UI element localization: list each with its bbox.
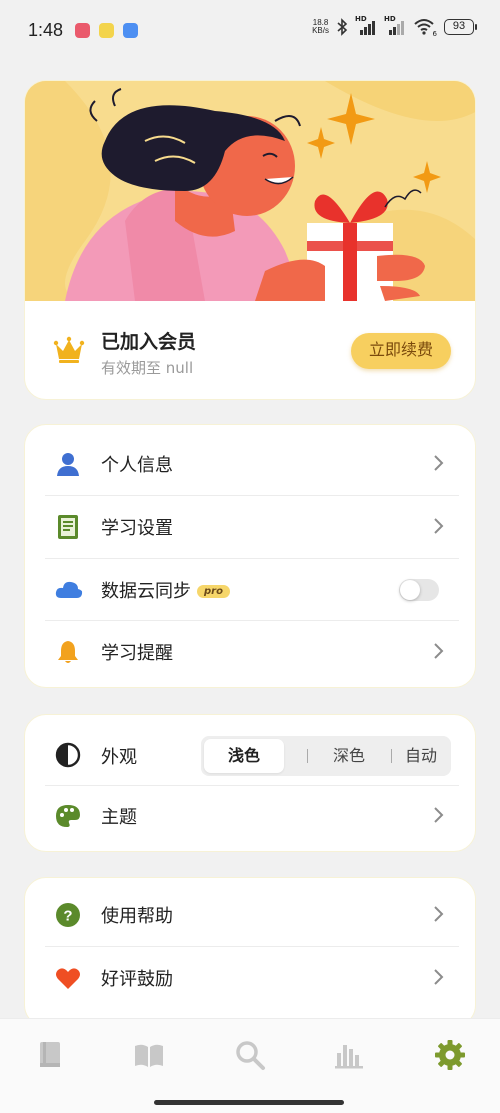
person-icon — [57, 453, 79, 476]
more-card: ? 使用帮助 好评鼓励 — [24, 877, 476, 1027]
download-app-icon — [75, 22, 91, 38]
status-time: 1:48 — [28, 19, 64, 40]
renew-button[interactable]: 立即续费 — [350, 333, 451, 369]
bottom-tab-bar — [0, 1018, 500, 1113]
menu-item-personal-info[interactable]: 个人信息 — [25, 433, 475, 495]
membership-info-row: 已加入会员 有效期至 null 立即续费 — [25, 301, 475, 399]
bell-icon — [58, 641, 78, 663]
chevron-right-icon — [434, 906, 444, 922]
pro-badge: pro — [197, 585, 230, 598]
heart-icon — [56, 968, 80, 989]
appearance-card: 外观 浅色 深色 自动 主题 — [24, 714, 476, 852]
chevron-right-icon — [434, 518, 444, 534]
cloud-icon — [55, 581, 83, 598]
open-book-icon[interactable] — [133, 1039, 165, 1071]
menu-label: 使用帮助 — [101, 906, 173, 927]
menu-label: 好评鼓励 — [101, 969, 173, 990]
crown-icon — [53, 336, 85, 363]
menu-item-study-settings[interactable]: 学习设置 — [25, 496, 475, 558]
menu-label: 学习提醒 — [101, 643, 173, 664]
appearance-option-auto[interactable]: 自动 — [393, 736, 449, 776]
chevron-right-icon — [434, 455, 444, 471]
book-settings-icon — [58, 515, 78, 539]
book-icon[interactable] — [34, 1039, 66, 1071]
chat-app-icon — [123, 22, 139, 38]
toggle-knob — [400, 580, 420, 600]
appearance-row: 外观 浅色 深色 自动 — [25, 721, 475, 789]
cloud-sync-toggle[interactable] — [399, 579, 439, 601]
network-speed: 18.8 KB/s — [312, 18, 329, 35]
status-indicators: 18.8 KB/s HD HD 6 93 — [312, 15, 477, 38]
appearance-option-dark[interactable]: 深色 — [309, 736, 389, 776]
chevron-right-icon — [434, 969, 444, 985]
search-icon[interactable] — [234, 1039, 266, 1071]
appearance-label: 外观 — [101, 747, 137, 768]
status-bar: 1:48 18.8 KB/s HD HD 6 93 — [0, 0, 500, 60]
segment-divider — [391, 749, 392, 763]
help-icon: ? — [56, 903, 80, 927]
menu-item-study-reminder[interactable]: 学习提醒 — [25, 621, 475, 683]
chevron-right-icon — [434, 807, 444, 823]
menu-label: 学习设置 — [101, 518, 173, 539]
appearance-segmented-control: 浅色 深色 自动 — [201, 736, 451, 776]
gear-icon[interactable] — [434, 1039, 466, 1071]
segment-divider — [307, 749, 308, 763]
menu-label: 主题 — [101, 807, 137, 828]
menu-item-rate-app[interactable]: 好评鼓励 — [25, 947, 475, 1009]
menu-label: 个人信息 — [101, 455, 173, 476]
home-indicator[interactable] — [154, 1100, 344, 1105]
membership-banner-illustration — [25, 81, 475, 301]
chevron-right-icon — [434, 643, 444, 659]
svg-text:?: ? — [63, 908, 72, 925]
contrast-icon — [55, 742, 81, 768]
menu-item-cloud-sync: 数据云同步 pro — [25, 559, 475, 621]
signal-1: HD — [355, 15, 377, 36]
wifi-icon: 6 — [413, 18, 437, 38]
palette-icon — [56, 805, 80, 827]
bar-chart-icon[interactable] — [333, 1039, 365, 1071]
membership-expiry-text: 有效期至 null — [101, 359, 194, 377]
membership-status-title: 已加入会员 — [101, 331, 197, 353]
menu-item-theme[interactable]: 主题 — [25, 785, 475, 847]
notification-app-icon — [99, 22, 115, 38]
membership-card: 已加入会员 有效期至 null 立即续费 — [24, 80, 476, 400]
signal-2: HD — [384, 15, 406, 36]
bluetooth-icon — [337, 18, 348, 36]
appearance-option-light[interactable]: 浅色 — [204, 739, 284, 773]
main-settings-card: 个人信息 学习设置 数据云同步 pro 学习提醒 — [24, 424, 476, 688]
menu-label: 数据云同步 pro — [101, 577, 230, 603]
menu-item-help[interactable]: ? 使用帮助 — [25, 884, 475, 946]
battery-indicator: 93 — [444, 19, 477, 35]
